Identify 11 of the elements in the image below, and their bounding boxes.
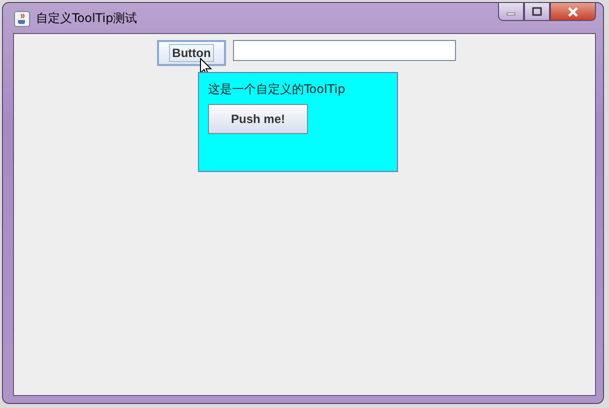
tooltip-text: 这是一个自定义的ToolTip: [208, 81, 346, 98]
close-button[interactable]: [550, 2, 596, 21]
button[interactable]: Button: [157, 40, 226, 66]
minimize-button[interactable]: [498, 2, 524, 21]
push-button[interactable]: Push me!: [208, 104, 308, 134]
close-icon: [567, 6, 579, 16]
maximize-icon: [532, 7, 542, 16]
text-field[interactable]: [233, 40, 456, 61]
coffee-cup-icon: [14, 11, 30, 27]
maximize-button[interactable]: [524, 2, 550, 21]
window-title: 自定义ToolTip测试: [36, 10, 138, 26]
